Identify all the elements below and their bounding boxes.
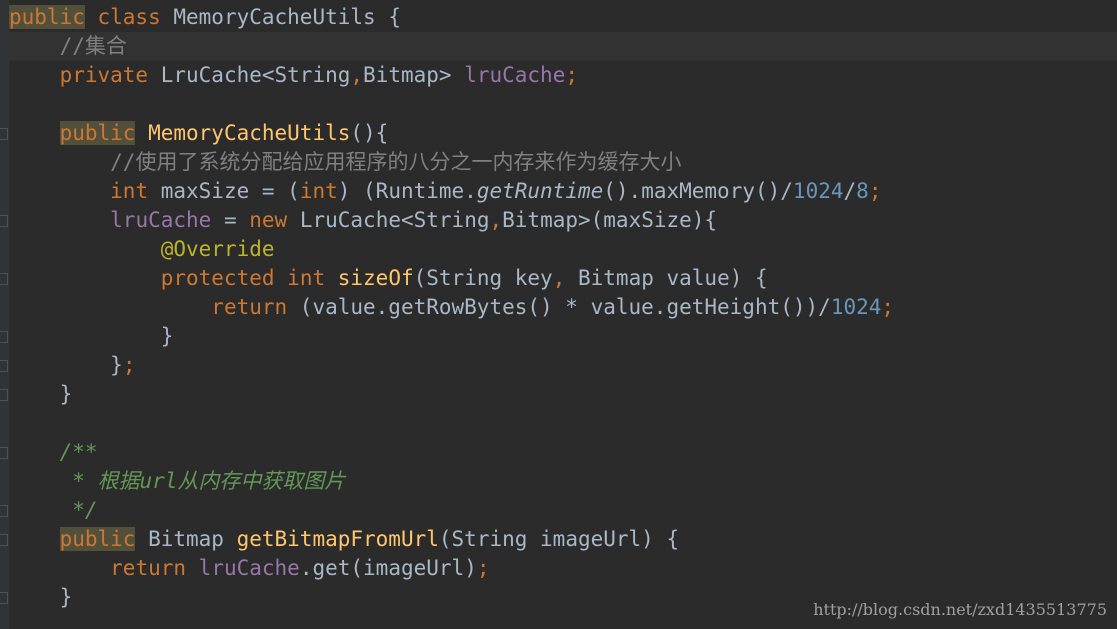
code-line-19[interactable]: public Bitmap getBitmapFromUrl(String im… (9, 525, 1117, 554)
code-line-2[interactable]: //集合 (9, 32, 1117, 61)
code-text: Bitmap>(maxSize){ (502, 208, 718, 232)
keyword: private (59, 63, 161, 87)
fold-marker-icon[interactable] (0, 273, 8, 285)
fold-marker-icon[interactable] (0, 447, 8, 459)
code-text: (){ (350, 121, 389, 145)
keyword: return (110, 556, 187, 580)
code-line-4[interactable] (9, 90, 1117, 119)
code-line-18[interactable]: */ (9, 496, 1117, 525)
code-line-12[interactable]: } (9, 322, 1117, 351)
punctuation: ; (476, 556, 490, 580)
code-text: { (375, 5, 401, 29)
punctuation: ; (868, 179, 882, 203)
punctuation: , (552, 266, 566, 290)
javadoc-comment: /** (59, 440, 98, 464)
annotation: @Override (160, 237, 275, 261)
code-text: ().maxMemory()/ (603, 179, 793, 203)
keyword: int (299, 179, 338, 203)
code-text: LruCache<String (160, 63, 351, 87)
keyword: public (59, 527, 136, 551)
keyword: int (287, 266, 326, 290)
fold-marker-icon[interactable] (0, 592, 8, 604)
method-name: sizeOf (325, 266, 414, 290)
punctuation: , (489, 208, 503, 232)
watermark: http://blog.csdn.net/zxd1435513775 (813, 600, 1107, 619)
keyword: protected (160, 266, 275, 290)
code-text: } (110, 353, 123, 377)
fold-marker-icon[interactable] (0, 505, 8, 517)
code-line-8[interactable]: lruCache = new LruCache<String,Bitmap>(m… (9, 206, 1117, 235)
field-name: lruCache (110, 208, 212, 232)
fold-marker-icon[interactable] (0, 360, 8, 372)
code-line-17[interactable]: * 根据url从内存中获取图片 (9, 467, 1117, 496)
code-text: } (59, 585, 73, 609)
code-line-10[interactable]: protected int sizeOf(String key, Bitmap … (9, 264, 1117, 293)
keyword: return (211, 295, 288, 319)
fold-marker-icon[interactable] (0, 128, 8, 140)
code-editor[interactable]: public class MemoryCacheUtils { //集合 pri… (0, 0, 1117, 629)
code-text: } (59, 382, 73, 406)
number: 8 (856, 179, 869, 203)
field-name: lruCache (198, 556, 300, 580)
constructor-name: MemoryCacheUtils (135, 121, 351, 145)
comment: //使用了系统分配给应用程序的八分之一内存来作为缓存大小 (110, 150, 682, 174)
punctuation: ; (122, 353, 136, 377)
code-text: ) (Runtime. (337, 179, 477, 203)
code-text: = (211, 208, 250, 232)
code-text: Bitmap> (363, 63, 465, 87)
code-text: } (160, 324, 174, 348)
code-line-9[interactable]: @Override (9, 235, 1117, 264)
code-text: .get(imageUrl) (299, 556, 477, 580)
class-name: MemoryCacheUtils (173, 5, 376, 29)
static-call: getRuntime (476, 179, 604, 203)
code-line-7[interactable]: int maxSize = (int) (Runtime.getRuntime(… (9, 177, 1117, 206)
number: 1024 (830, 295, 882, 319)
code-text: (String imageUrl) { (438, 527, 680, 551)
keyword: class (84, 5, 174, 29)
javadoc-comment: */ (59, 498, 98, 522)
code-line-6[interactable]: //使用了系统分配给应用程序的八分之一内存来作为缓存大小 (9, 148, 1117, 177)
fold-marker-icon[interactable] (0, 215, 8, 227)
code-line-3[interactable]: private LruCache<String,Bitmap> lruCache… (9, 61, 1117, 90)
comment: //集合 (59, 34, 127, 58)
code-line-20[interactable]: return lruCache.get(imageUrl); (9, 554, 1117, 583)
code-line-15[interactable] (9, 409, 1117, 438)
fold-marker-icon[interactable] (0, 534, 8, 546)
number: 1024 (792, 179, 844, 203)
code-line-11[interactable]: return (value.getRowBytes() * value.getH… (9, 293, 1117, 322)
code-text: Bitmap (135, 527, 237, 551)
method-name: getBitmapFromUrl (236, 527, 439, 551)
code-text: maxSize = ( (148, 179, 300, 203)
code-text: LruCache<String (287, 208, 490, 232)
code-text: / (843, 179, 857, 203)
gutter (0, 0, 9, 629)
punctuation: ; (881, 295, 895, 319)
code-text: (String key (413, 266, 553, 290)
code-text: (value.getRowBytes() * value.getHeight()… (287, 295, 831, 319)
keyword: int (110, 179, 149, 203)
code-text: Bitmap value) { (565, 266, 768, 290)
code-line-5[interactable]: public MemoryCacheUtils(){ (9, 119, 1117, 148)
field-name: lruCache (464, 63, 566, 87)
keyword: public (9, 5, 85, 29)
keyword: public (59, 121, 136, 145)
punctuation: ; (565, 63, 579, 87)
punctuation: , (350, 63, 364, 87)
code-line-1[interactable]: public class MemoryCacheUtils { (9, 3, 1117, 32)
code-line-16[interactable]: /** (9, 438, 1117, 467)
fold-marker-icon[interactable] (0, 331, 8, 343)
code-line-13[interactable]: }; (9, 351, 1117, 380)
javadoc-comment: * 根据url从内存中获取图片 (59, 469, 346, 493)
keyword: new (249, 208, 288, 232)
fold-marker-icon[interactable] (0, 389, 8, 401)
code-line-14[interactable]: } (9, 380, 1117, 409)
